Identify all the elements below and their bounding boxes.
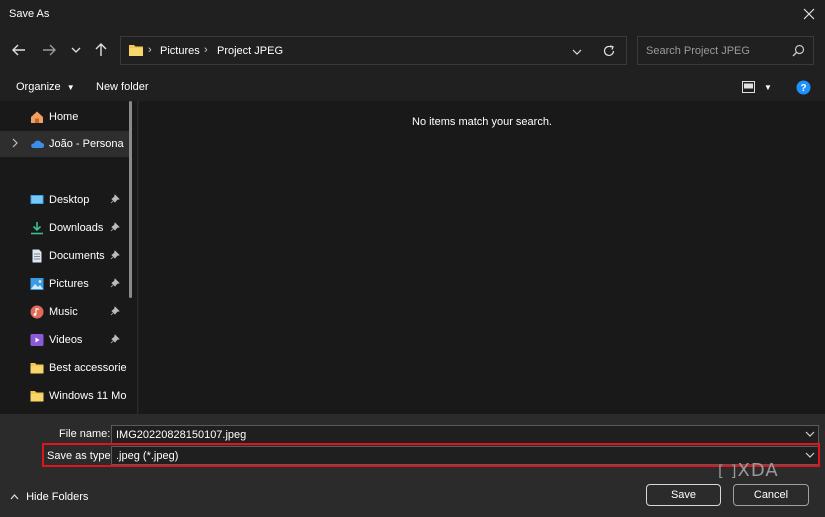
- videos-icon: [30, 333, 44, 347]
- file-name-label: File name:: [59, 428, 111, 440]
- refresh-icon[interactable]: [602, 44, 616, 61]
- hide-folders-button[interactable]: Hide Folders: [10, 491, 88, 503]
- navigation-bar: › Pictures › Project JPEG Search Project…: [0, 28, 825, 74]
- breadcrumb-chevron-icon: ›: [204, 44, 208, 56]
- search-box[interactable]: Search Project JPEG: [637, 36, 814, 65]
- file-name-value[interactable]: IMG20220828150107.jpeg: [116, 429, 246, 441]
- help-icon[interactable]: ?: [796, 80, 811, 98]
- new-folder-button[interactable]: New folder: [96, 81, 149, 93]
- up-arrow-icon[interactable]: [91, 40, 111, 60]
- pin-icon: [110, 194, 120, 207]
- sidebar-item-label: João - Personal: [49, 138, 124, 150]
- sidebar-item-label: Home: [49, 111, 79, 123]
- pin-icon: [110, 278, 120, 291]
- sidebar-item-documents[interactable]: Documents: [0, 243, 132, 269]
- title-bar: Save As: [0, 0, 825, 28]
- close-icon[interactable]: [799, 4, 819, 24]
- sidebar-item-label: Best accessories: [49, 362, 127, 374]
- hide-folders-label: Hide Folders: [26, 491, 89, 503]
- search-icon[interactable]: [792, 44, 805, 60]
- view-options-chevron-icon[interactable]: ▼: [764, 83, 772, 92]
- sidebar-item-joao-personal[interactable]: João - Personal: [0, 131, 132, 157]
- navigation-pane[interactable]: Home João - Personal Desktop Downloads D…: [0, 101, 138, 414]
- save-button[interactable]: Save: [646, 484, 721, 506]
- save-as-type-highlight: [42, 443, 820, 467]
- forward-arrow-icon[interactable]: [39, 40, 59, 60]
- breadcrumb-project-jpeg[interactable]: Project JPEG: [217, 45, 283, 57]
- breadcrumb-pictures[interactable]: Pictures: [160, 45, 200, 57]
- home-icon: [30, 110, 44, 124]
- sidebar-item-desktop[interactable]: Desktop: [0, 187, 132, 213]
- downloads-icon: [30, 221, 44, 235]
- organize-label: Organize: [16, 81, 61, 93]
- file-name-dropdown-chevron-icon[interactable]: [805, 429, 815, 442]
- chevron-down-icon: ▼: [66, 83, 75, 92]
- sidebar-item-pictures[interactable]: Pictures: [0, 271, 132, 297]
- chevron-up-icon: [10, 491, 22, 503]
- file-name-input[interactable]: IMG20220828150107.jpeg: [111, 425, 819, 444]
- sidebar-item-downloads[interactable]: Downloads: [0, 215, 132, 241]
- window-title: Save As: [9, 8, 50, 20]
- cancel-button[interactable]: Cancel: [733, 484, 809, 506]
- sidebar-item-videos[interactable]: Videos: [0, 327, 132, 353]
- sidebar-item-windows-11-mo[interactable]: Windows 11 Mo: [0, 383, 132, 409]
- pin-icon: [110, 250, 120, 263]
- pin-icon: [110, 222, 120, 235]
- pin-icon: [110, 306, 120, 319]
- folder-icon: [30, 389, 44, 403]
- sidebar-item-home[interactable]: Home: [0, 104, 132, 130]
- address-bar[interactable]: › Pictures › Project JPEG: [120, 36, 627, 65]
- folder-icon: [30, 361, 44, 375]
- breadcrumb-chevron-icon: ›: [148, 44, 152, 56]
- onedrive-cloud-icon: [30, 137, 45, 151]
- documents-icon: [30, 249, 44, 263]
- search-placeholder[interactable]: Search Project JPEG: [646, 45, 750, 57]
- sidebar-item-label: Windows 11 Mo: [49, 390, 127, 402]
- expand-chevron-icon[interactable]: [11, 138, 19, 151]
- xda-watermark-text: XDA: [737, 460, 779, 481]
- view-options-icon[interactable]: [742, 81, 756, 97]
- folder-icon: [128, 43, 144, 60]
- sidebar-item-music[interactable]: Music: [0, 299, 132, 325]
- sidebar-item-best-accessories[interactable]: Best accessories: [0, 355, 132, 381]
- sidebar-scrollbar[interactable]: [129, 101, 132, 298]
- organize-button[interactable]: Organize ▼: [16, 81, 75, 93]
- address-dropdown-chevron-icon[interactable]: [572, 47, 582, 59]
- pictures-icon: [30, 277, 44, 291]
- empty-state-message: No items match your search.: [412, 116, 552, 128]
- desktop-icon: [30, 193, 44, 207]
- command-bar: Organize ▼ New folder ▼ ?: [0, 74, 825, 101]
- file-list-area[interactable]: No items match your search.: [139, 101, 825, 414]
- xda-watermark: [ ]XDA: [718, 460, 779, 481]
- back-arrow-icon[interactable]: [9, 40, 29, 60]
- recent-locations-chevron-icon[interactable]: [66, 40, 86, 60]
- svg-text:?: ?: [800, 83, 806, 94]
- music-icon: [30, 305, 44, 319]
- pin-icon: [110, 334, 120, 347]
